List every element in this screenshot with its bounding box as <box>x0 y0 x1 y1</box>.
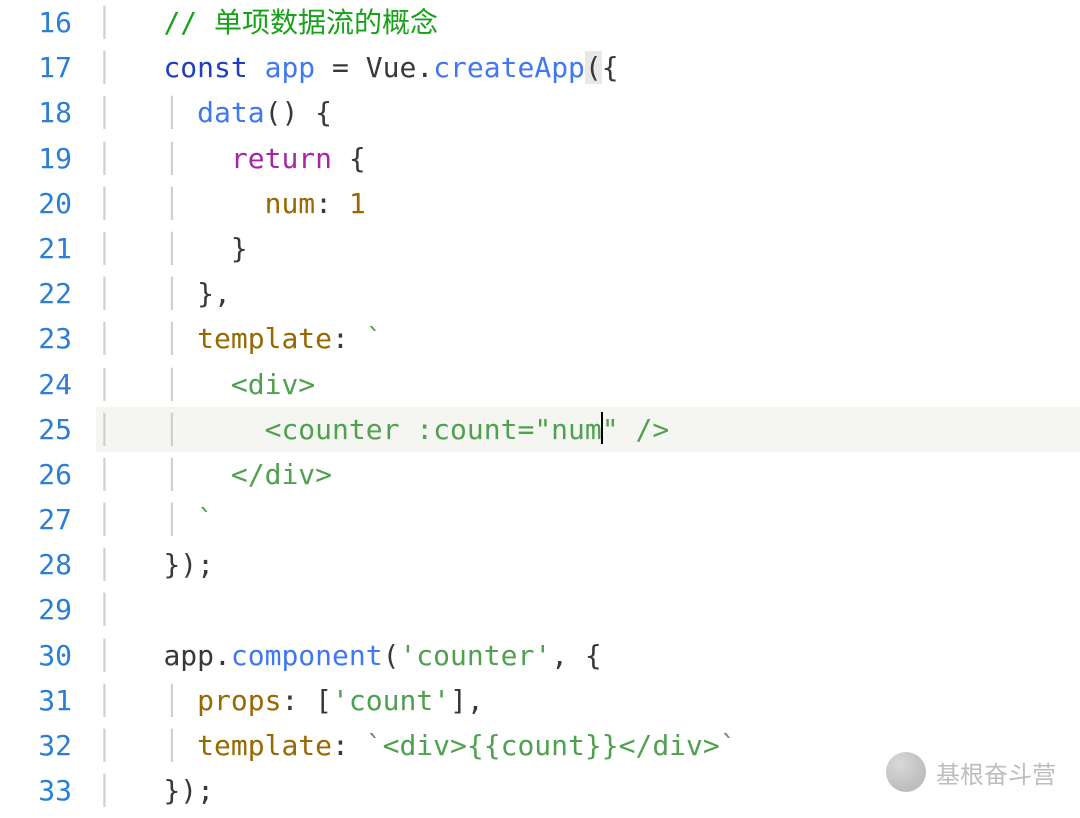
code-line[interactable]: │ │ data() { <box>96 90 1080 135</box>
line-number: 22 <box>0 271 72 316</box>
line-number-gutter: 16 17 18 19 20 21 22 23 24 25 26 27 28 2… <box>0 0 86 818</box>
comment-text: // 单项数据流的概念 <box>163 6 438 39</box>
line-number: 16 <box>0 0 72 45</box>
code-line[interactable]: │ │ } <box>96 226 1080 271</box>
line-number: 21 <box>0 226 72 271</box>
line-number: 27 <box>0 497 72 542</box>
line-number: 32 <box>0 723 72 768</box>
code-line[interactable]: │ │ num: 1 <box>96 181 1080 226</box>
code-line[interactable]: │ │ template: ` <box>96 316 1080 361</box>
code-line[interactable]: │ │ ` <box>96 497 1080 542</box>
line-number: 20 <box>0 181 72 226</box>
code-editor[interactable]: 16 17 18 19 20 21 22 23 24 25 26 27 28 2… <box>0 0 1080 818</box>
line-number: 31 <box>0 678 72 723</box>
code-line[interactable]: │ app.component('counter', { <box>96 633 1080 678</box>
line-number: 29 <box>0 587 72 632</box>
code-line-active[interactable]: │ │ <counter :count="num" /> <box>96 407 1080 452</box>
code-line[interactable]: │ │ }, <box>96 271 1080 316</box>
line-number: 18 <box>0 90 72 135</box>
code-area[interactable]: │ // 单项数据流的概念 │ const app = Vue.createAp… <box>86 0 1080 818</box>
line-number: 33 <box>0 768 72 813</box>
line-number: 23 <box>0 316 72 361</box>
code-line[interactable]: │ │ </div> <box>96 452 1080 497</box>
line-number: 30 <box>0 633 72 678</box>
line-number: 25 <box>0 407 72 452</box>
code-line[interactable]: │ │ return { <box>96 136 1080 181</box>
code-line[interactable]: │ }); <box>96 542 1080 587</box>
line-number: 24 <box>0 362 72 407</box>
code-line[interactable]: │ │ <div> <box>96 362 1080 407</box>
line-number: 17 <box>0 45 72 90</box>
code-line[interactable]: │ <box>96 587 1080 632</box>
code-line[interactable]: │ const app = Vue.createApp({ <box>96 45 1080 90</box>
code-line[interactable]: │ }); <box>96 768 1080 813</box>
code-line[interactable]: │ // 单项数据流的概念 <box>96 0 1080 45</box>
line-number: 19 <box>0 136 72 181</box>
code-line[interactable]: │ │ template: `<div>{{count}}</div>` <box>96 723 1080 768</box>
code-line[interactable]: │ │ props: ['count'], <box>96 678 1080 723</box>
line-number: 28 <box>0 542 72 587</box>
line-number: 26 <box>0 452 72 497</box>
